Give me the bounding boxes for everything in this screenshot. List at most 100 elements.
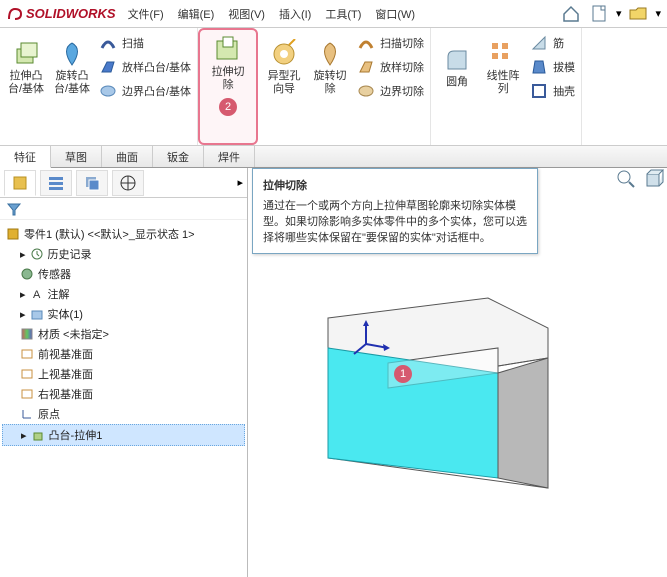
callout-badge-2: 2 [219, 98, 237, 116]
tree-top-plane[interactable]: 上视基准面 [2, 364, 245, 384]
model-3d[interactable] [288, 258, 618, 518]
revolve-boss-icon [56, 38, 88, 70]
tooltip-body: 通过在一个或两个方向上拉伸草图轮廓来切除实体模型。如果切除影响多实体零件中的多个… [263, 197, 527, 245]
shell-button[interactable]: 抽壳 [529, 80, 575, 102]
dropdown-icon[interactable]: ▾ [616, 7, 622, 20]
triad-icon [352, 318, 392, 358]
plane-icon [20, 347, 34, 361]
menu-file[interactable]: 文件(F) [128, 6, 164, 22]
draft-icon [529, 57, 549, 77]
home-icon[interactable] [560, 2, 582, 24]
fillet-button[interactable]: 圆角 [437, 44, 477, 89]
tree-material[interactable]: 材质 <未指定> [2, 324, 245, 344]
lofted-cut-icon [356, 57, 376, 77]
sweep-button[interactable]: 扫描 [98, 32, 144, 54]
dimxpert-tab[interactable] [112, 170, 144, 196]
tree-front-plane[interactable]: 前视基准面 [2, 344, 245, 364]
boundary-cut-icon [356, 81, 376, 101]
revolve-boss-button[interactable]: 旋转凸台/基体 [52, 38, 92, 96]
boundary-cut-button[interactable]: 边界切除 [356, 80, 424, 102]
ribbon: 拉伸凸台/基体 旋转凸台/基体 扫描 放样凸台/基体 边界凸台/基体 拉伸切除 … [0, 28, 667, 146]
part-icon [6, 227, 20, 241]
panel-dropdown-icon[interactable]: ▸ [237, 176, 243, 189]
menubar: SOLIDWORKS 文件(F) 编辑(E) 视图(V) 插入(I) 工具(T)… [0, 0, 667, 28]
tree-right-plane[interactable]: 右视基准面 [2, 384, 245, 404]
callout-badge-1: 1 [394, 365, 412, 383]
target-icon [119, 174, 137, 192]
expand-icon[interactable]: ▸ [21, 429, 27, 442]
extrude-boss-icon [10, 38, 42, 70]
list-icon [47, 174, 65, 192]
boundary-boss-button[interactable]: 边界凸台/基体 [98, 80, 191, 102]
sensor-icon [20, 267, 34, 281]
tree-sensors[interactable]: 传感器 [2, 264, 245, 284]
tree-solid[interactable]: ▸实体(1) [2, 304, 245, 324]
loft-boss-button[interactable]: 放样凸台/基体 [98, 56, 191, 78]
material-icon [20, 327, 34, 341]
revolved-cut-button[interactable]: 旋转切除 [310, 38, 350, 96]
filter-icon[interactable] [6, 201, 22, 217]
menu-insert[interactable]: 插入(I) [279, 6, 311, 22]
expand-icon[interactable]: ▸ [20, 248, 26, 261]
solid-icon [30, 307, 44, 321]
lofted-cut-button[interactable]: 放样切除 [356, 56, 424, 78]
layers-icon [83, 174, 101, 192]
sweep-icon [98, 33, 118, 53]
linear-pattern-icon [487, 38, 519, 70]
boundary-boss-icon [98, 81, 118, 101]
extrude-icon [31, 428, 45, 442]
loft-boss-icon [98, 57, 118, 77]
tooltip-title: 拉伸切除 [263, 177, 527, 193]
tree-origin[interactable]: 原点 [2, 404, 245, 424]
history-icon [30, 247, 44, 261]
menu-tool[interactable]: 工具(T) [325, 6, 361, 22]
menu-view[interactable]: 视图(V) [228, 6, 265, 22]
linear-pattern-button[interactable]: 线性阵列 [483, 38, 523, 96]
property-tab[interactable] [40, 170, 72, 196]
tab-surface[interactable]: 曲面 [102, 146, 153, 167]
expand-icon[interactable]: ▸ [20, 288, 26, 301]
menu-edit[interactable]: 编辑(E) [178, 6, 215, 22]
tree-boss-extrude[interactable]: ▸凸台-拉伸1 [2, 424, 245, 446]
origin-icon [20, 407, 34, 421]
annotation-icon: A [30, 287, 44, 301]
tab-sheetmetal[interactable]: 钣金 [153, 146, 204, 167]
extrude-boss-button[interactable]: 拉伸凸台/基体 [6, 38, 46, 96]
feature-manager-panel: ▸ 零件1 (默认) <<默认>_显示状态 1> ▸历史记录 传感器 ▸A注解 … [0, 168, 248, 577]
tree-root[interactable]: 零件1 (默认) <<默认>_显示状态 1> [2, 224, 245, 244]
rib-icon [529, 33, 549, 53]
ribbon-tabbar: 特征 草图 曲面 钣金 焊件 [0, 146, 667, 168]
zoom-fit-icon[interactable] [615, 168, 637, 190]
svg-text:A: A [33, 289, 41, 301]
tab-weld[interactable]: 焊件 [204, 146, 255, 167]
config-tab[interactable] [76, 170, 108, 196]
swept-cut-button[interactable]: 扫描切除 [356, 32, 424, 54]
hole-wizard-button[interactable]: 异型孔向导 [264, 38, 304, 96]
dropdown-icon[interactable]: ▾ [655, 7, 661, 20]
extruded-cut-button[interactable]: 拉伸切除 [208, 34, 248, 92]
rib-button[interactable]: 筋 [529, 32, 564, 54]
viewport[interactable]: 拉伸切除 通过在一个或两个方向上拉伸草图轮廓来切除实体模型。如果切除影响多实体零… [248, 168, 667, 577]
app-logo: SOLIDWORKS [6, 5, 116, 23]
brand-text: SOLIDWORKS [26, 6, 116, 21]
plane-icon [20, 367, 34, 381]
tab-feature[interactable]: 特征 [0, 146, 51, 168]
tab-sketch[interactable]: 草图 [51, 146, 102, 167]
plane-icon [20, 387, 34, 401]
tree-history[interactable]: ▸历史记录 [2, 244, 245, 264]
tree-annotations[interactable]: ▸A注解 [2, 284, 245, 304]
shell-icon [529, 81, 549, 101]
menu-window[interactable]: 窗口(W) [375, 6, 415, 22]
feature-tree-tab[interactable] [4, 170, 36, 196]
open-icon[interactable] [627, 2, 649, 24]
fillet-icon [441, 44, 473, 76]
hole-wizard-icon [268, 38, 300, 70]
draft-button[interactable]: 拔模 [529, 56, 575, 78]
revolved-cut-icon [314, 38, 346, 70]
view-cube-icon[interactable] [643, 168, 665, 190]
logo-icon [6, 5, 24, 23]
expand-icon[interactable]: ▸ [20, 308, 26, 321]
extruded-cut-icon [212, 34, 244, 66]
new-doc-icon[interactable] [588, 2, 610, 24]
tooltip: 拉伸切除 通过在一个或两个方向上拉伸草图轮廓来切除实体模型。如果切除影响多实体零… [252, 168, 538, 254]
